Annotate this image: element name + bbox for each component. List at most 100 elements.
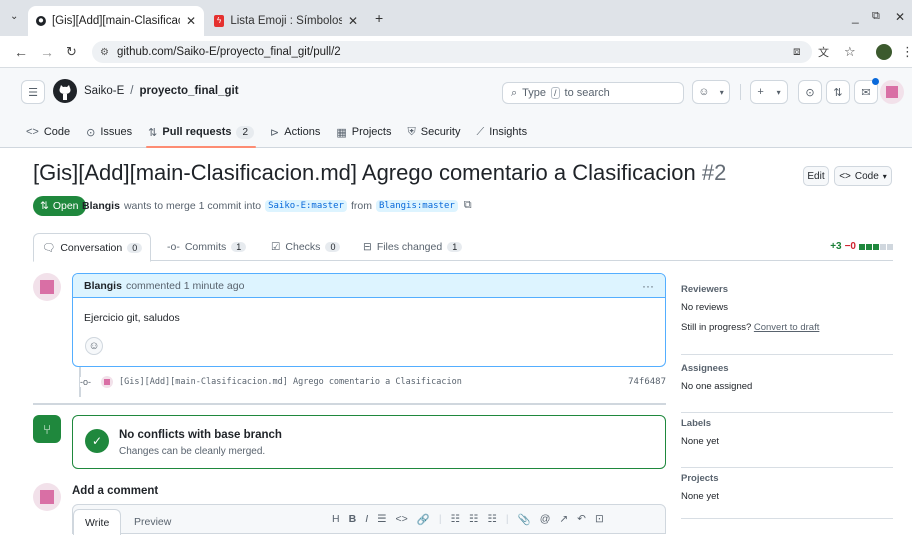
search-input[interactable]: ⌕ Type / to search [502, 82, 684, 104]
browser-toolbar: ← → ↻ ⚙ github.com/Saiko-E/proyecto_fina… [0, 36, 912, 68]
bold-icon[interactable]: B [349, 513, 357, 526]
translate-icon[interactable]: 文 [818, 44, 829, 60]
comment-icon: 🗨 [42, 242, 56, 254]
fullscreen-icon[interactable]: ⊡ [595, 513, 604, 526]
tab-commits[interactable]: -o- Commits 1 [159, 233, 254, 261]
address-bar[interactable]: ⚙ github.com/Saiko-E/proyecto_final_git/… [92, 41, 812, 63]
timeline-divider [33, 403, 666, 405]
copilot-button[interactable]: ☺ ▾ [692, 80, 730, 104]
convert-to-draft-link[interactable]: Convert to draft [754, 322, 819, 333]
repo-nav-projects[interactable]: ▦ Projects [328, 116, 399, 148]
repo-nav-pull-requests[interactable]: ⇅ Pull requests 2 [140, 116, 262, 148]
github-logo-icon[interactable] [53, 79, 77, 103]
pull-requests-icon[interactable]: ⇅ [826, 80, 850, 104]
browser-tab-active[interactable]: [Gis][Add][main-Clasificacion.md] ✕ [28, 6, 204, 36]
reviewers-heading[interactable]: Reviewers [681, 284, 893, 295]
tab-write[interactable]: Write [73, 509, 122, 535]
browser-tab-strip: ⌄ [Gis][Add][main-Clasificacion.md] ✕ ϟ … [0, 0, 912, 36]
avatar[interactable] [33, 483, 61, 511]
cast-icon[interactable]: ⧈ [793, 44, 801, 59]
base-branch[interactable]: Saiko-E:master [265, 199, 347, 212]
browser-tab-title: Lista Emoji : Símbolos en [230, 15, 342, 27]
pull-request-icon: ⇅ [148, 126, 158, 139]
diffstat-blocks [859, 243, 893, 250]
commit-author-avatar[interactable] [101, 376, 113, 388]
code-icon: <> [839, 170, 851, 182]
minimize-window-icon[interactable]: _ [852, 10, 859, 24]
comment-header: Blangis commented 1 minute ago ··· [73, 274, 665, 298]
check-icon: ✓ [85, 429, 109, 453]
new-tab-button[interactable]: + [375, 10, 383, 26]
projects-heading[interactable]: Projects [681, 473, 893, 484]
profile-avatar-icon[interactable] [876, 44, 892, 60]
reload-icon[interactable]: ↻ [66, 44, 77, 60]
commit-icon: -o- [80, 377, 91, 387]
reference-icon[interactable]: ↗ [559, 513, 568, 526]
labels-value: None yet [681, 436, 720, 447]
italic-icon[interactable]: I [365, 513, 368, 526]
edit-title-button[interactable]: Edit [803, 166, 829, 186]
bookmark-star-icon[interactable]: ☆ [844, 44, 856, 60]
head-branch[interactable]: Blangis:master [375, 199, 458, 212]
tab-preview[interactable]: Preview [123, 509, 182, 535]
close-window-icon[interactable]: ✕ [895, 10, 905, 24]
issues-icon[interactable]: ⊙ [798, 80, 822, 104]
sidebar-divider [681, 518, 893, 519]
browser-tab-title: [Gis][Add][main-Clasificacion.md] [51, 15, 180, 27]
tab-list-chevron-icon[interactable]: ⌄ [10, 11, 18, 22]
commit-sha-link[interactable]: 74f6487 [628, 377, 666, 387]
site-info-icon[interactable]: ⚙ [100, 47, 109, 58]
merge-status-title: No conflicts with base branch [119, 429, 282, 441]
code-icon[interactable]: <> [396, 513, 408, 526]
tab-checks[interactable]: ☑ Checks 0 [263, 233, 348, 261]
hamburger-menu-icon[interactable]: ☰ [21, 80, 45, 104]
repo-nav-insights[interactable]: ⟋ Insights [468, 116, 535, 148]
browser-menu-icon[interactable]: ⋮ [901, 44, 912, 60]
commit-message-link[interactable]: [Gis][Add][main-Clasificacion.md] Agrego… [119, 377, 462, 387]
reviewers-value: No reviews [681, 302, 728, 313]
code-dropdown-button[interactable]: <> Code ▾ [834, 166, 892, 186]
plus-icon: + [757, 86, 764, 98]
mention-icon[interactable]: @ [540, 513, 551, 526]
repo-owner-link[interactable]: Saiko-E [84, 85, 124, 97]
pr-tabs: 🗨 Conversation 0 -o- Commits 1 ☑ Checks … [33, 233, 893, 262]
browser-tab-inactive[interactable]: ϟ Lista Emoji : Símbolos en ✕ [206, 6, 366, 36]
close-tab-icon[interactable]: ✕ [348, 14, 358, 28]
add-reaction-icon[interactable]: ☺ [85, 337, 103, 355]
comment-menu-icon[interactable]: ··· [642, 279, 654, 293]
repo-name-link[interactable]: proyecto_final_git [139, 85, 238, 97]
toolbar-divider: | [505, 513, 509, 525]
user-avatar[interactable] [880, 80, 904, 104]
repo-nav-security[interactable]: ⛨ Security [399, 116, 468, 148]
repo-nav-code[interactable]: <> Code [18, 116, 78, 148]
repo-nav-issues[interactable]: ⊙ Issues [78, 116, 140, 148]
url-text: github.com/Saiko-E/proyecto_final_git/pu… [116, 46, 341, 58]
assignees-heading[interactable]: Assignees [681, 363, 893, 374]
heading-icon[interactable]: H [332, 513, 340, 526]
comment-author-link[interactable]: Blangis [84, 280, 122, 292]
notification-dot [872, 78, 879, 85]
task-list-icon[interactable]: ☷ [487, 513, 496, 526]
tab-files-changed[interactable]: ⊟ Files changed 1 [355, 233, 470, 261]
repo-nav-actions[interactable]: ⊳ Actions [262, 116, 328, 148]
avatar[interactable] [33, 273, 61, 301]
create-new-button[interactable]: + ▾ [750, 80, 788, 104]
labels-heading[interactable]: Labels [681, 418, 893, 429]
back-arrow-icon[interactable]: ← [14, 44, 28, 60]
bulleted-list-icon[interactable]: ☷ [469, 513, 478, 526]
pr-title: [Gis][Add][main-Clasificacion.md] Agrego… [33, 160, 696, 185]
sidebar-assignees: Assignees No one assigned [681, 363, 893, 413]
restore-window-icon[interactable]: ⧉ [872, 10, 880, 23]
tab-conversation[interactable]: 🗨 Conversation 0 [33, 233, 152, 262]
forward-arrow-icon[interactable]: → [40, 44, 54, 60]
pr-author-link[interactable]: Blangis [82, 200, 120, 212]
link-icon[interactable]: 🔗 [417, 513, 430, 526]
quote-icon[interactable]: ☰ [377, 513, 386, 526]
pull-requests-count: 2 [236, 125, 255, 139]
undo-icon[interactable]: ↶ [577, 513, 586, 526]
attach-icon[interactable]: 📎 [518, 513, 531, 526]
close-tab-icon[interactable]: ✕ [186, 14, 196, 28]
numbered-list-icon[interactable]: ☷ [451, 513, 460, 526]
sidebar-projects: Projects None yet [681, 473, 893, 519]
copy-icon[interactable]: ⧉ [464, 199, 472, 212]
